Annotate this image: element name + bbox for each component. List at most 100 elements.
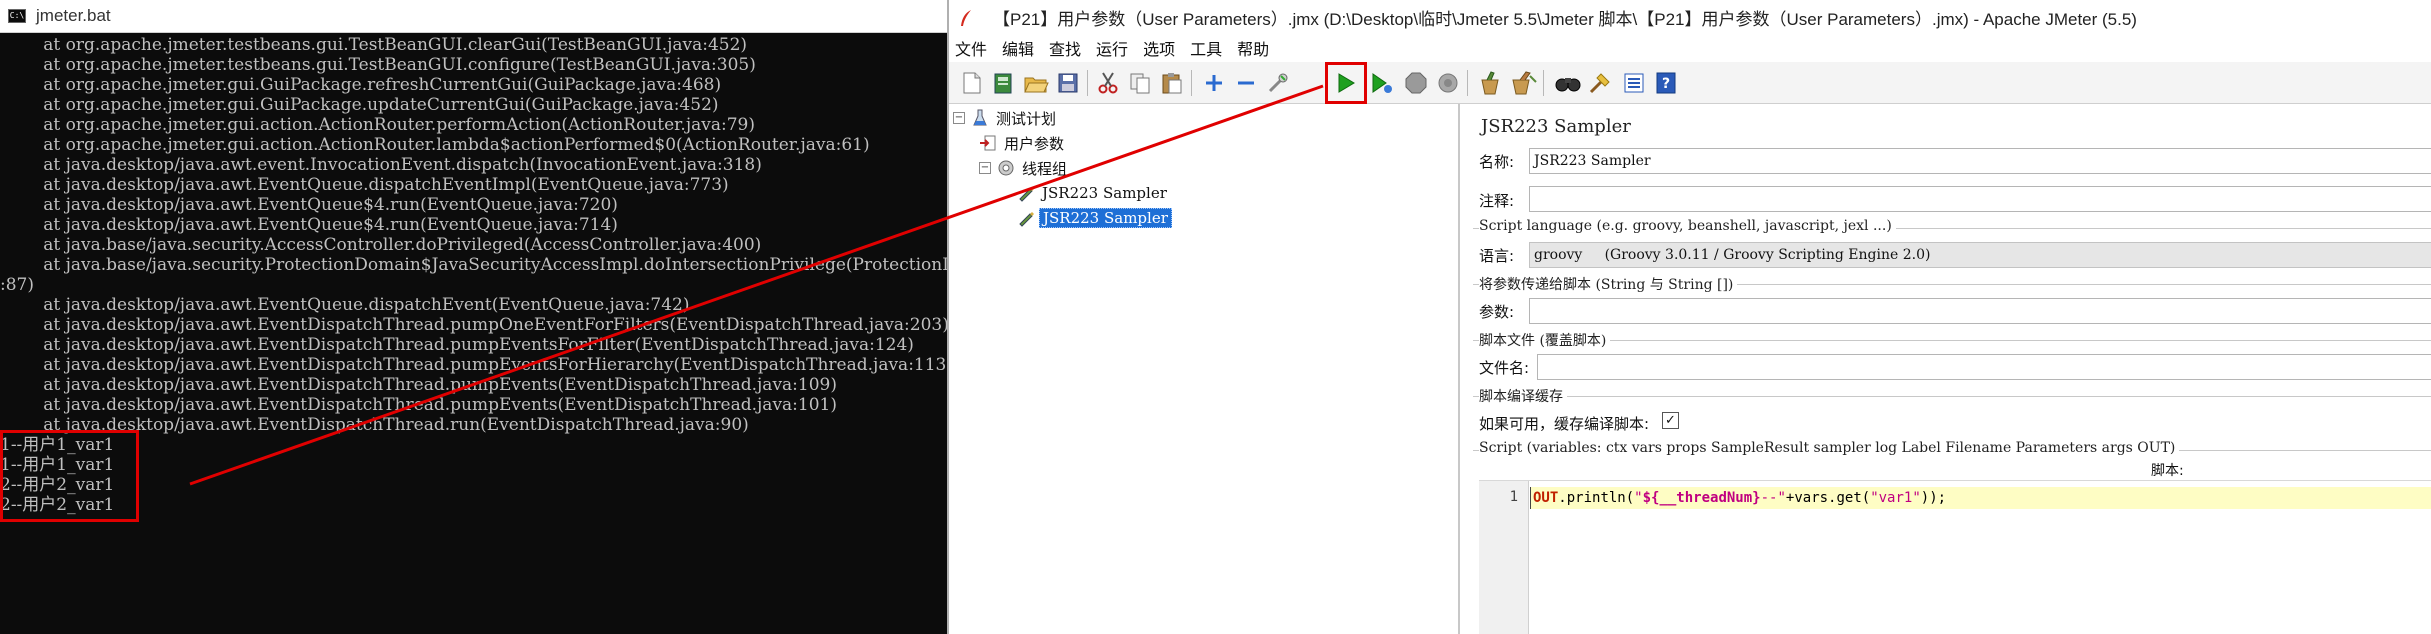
jmeter-window: 【P21】用户参数（User Parameters）.jmx (D:\Deskt… (947, 0, 2431, 634)
console-line: at java.desktop/java.awt.EventDispatchTh… (0, 395, 837, 415)
console-line: at org.apache.jmeter.gui.action.ActionRo… (0, 135, 870, 155)
jmeter-window-title: 【P21】用户参数（User Parameters）.jmx (D:\Deskt… (993, 10, 2137, 29)
menu-help[interactable]: 帮助 (1237, 36, 1269, 60)
group-border (1473, 396, 2431, 397)
open-icon[interactable] (1021, 68, 1051, 98)
menu-run[interactable]: 运行 (1096, 36, 1128, 60)
console-line: at java.base/java.security.AccessControl… (0, 235, 762, 255)
shutdown-icon[interactable] (1433, 68, 1463, 98)
save-icon[interactable] (1053, 68, 1083, 98)
tree-node-sampler-2[interactable]: JSR223 Sampler (1017, 207, 1172, 229)
console-line: at java.desktop/java.awt.EventDispatchTh… (0, 315, 947, 335)
cache-group-title: 脚本编译缓存 (1479, 386, 1567, 406)
clear-icon[interactable] (1475, 68, 1505, 98)
svg-text:?: ? (1662, 76, 1670, 92)
copy-icon[interactable] (1125, 68, 1155, 98)
line-number-gutter: 1 (1479, 481, 1529, 634)
start-icon[interactable] (1331, 68, 1361, 98)
filename-label: 文件名: (1479, 359, 1530, 377)
user-params-icon (979, 134, 997, 152)
console-line: :87) (0, 275, 34, 295)
expand-icon[interactable] (1199, 68, 1229, 98)
menu-options[interactable]: 选项 (1143, 36, 1175, 60)
reset-search-icon[interactable] (1585, 68, 1615, 98)
cache-checkbox[interactable]: ✓ (1662, 412, 1679, 429)
tree-label: 线程组 (1022, 159, 1068, 178)
console-line: at java.desktop/java.awt.EventQueue$4.ru… (0, 195, 618, 215)
console-line: at java.desktop/java.awt.EventQueue.disp… (0, 175, 729, 195)
collapse-icon[interactable] (1231, 68, 1261, 98)
console-line: at java.desktop/java.awt.EventQueue.disp… (0, 295, 690, 315)
code-token: --" (1760, 490, 1786, 506)
code-token: "var1" (1870, 490, 1921, 506)
code-token: ${__threadNum} (1642, 490, 1761, 506)
menu-edit[interactable]: 编辑 (1002, 36, 1034, 60)
start-no-pauses-icon[interactable] (1367, 68, 1397, 98)
console-line: at java.desktop/java.awt.EventDispatchTh… (0, 335, 914, 355)
menu-bar: 文件 编辑 查找 运行 选项 工具 帮助 (949, 35, 2431, 61)
templates-icon[interactable] (989, 68, 1019, 98)
console-line: at org.apache.jmeter.testbeans.gui.TestB… (0, 35, 748, 55)
name-label: 名称: (1479, 153, 1515, 171)
console-line: at java.desktop/java.awt.EventDispatchTh… (0, 375, 837, 395)
console-title: jmeter.bat (36, 6, 111, 25)
code-token: +vars.get( (1785, 490, 1871, 506)
sampler-editor: JSR223 Sampler 名称: JSR223 Sampler 注释: Sc… (1469, 104, 2431, 634)
test-plan-tree[interactable]: − 测试计划 用户参数 − 线程组 JSR223 Sampler JSR223 … (949, 104, 1460, 634)
collapse-toggle[interactable]: − (953, 112, 965, 124)
filename-field[interactable] (1537, 354, 2431, 380)
tree-label-selected: JSR223 Sampler (1039, 208, 1172, 228)
console-window: C:\ jmeter.bat at org.apache.jmeter.test… (0, 0, 947, 634)
menu-file[interactable]: 文件 (955, 36, 987, 60)
params-field[interactable] (1529, 298, 2431, 324)
jmeter-titlebar[interactable]: 【P21】用户参数（User Parameters）.jmx (D:\Deskt… (949, 0, 2431, 35)
code-token: )); (1920, 490, 1947, 506)
console-line: at org.apache.jmeter.gui.GuiPackage.upda… (0, 95, 719, 115)
toolbar-separator (1087, 70, 1088, 96)
toolbar-separator (1543, 70, 1544, 96)
code-token: " (1634, 490, 1643, 506)
tree-node-user-params[interactable]: 用户参数 (979, 132, 1067, 154)
tree-node-thread-group[interactable]: − 线程组 (979, 157, 1070, 179)
tree-label: 用户参数 (1004, 134, 1065, 153)
console-line: at java.desktop/java.awt.EventQueue$4.ru… (0, 215, 618, 235)
line-number: 1 (1509, 489, 1518, 505)
code-token: .println( (1558, 490, 1635, 506)
console-output-line: 2--用户2_var1 (0, 495, 115, 515)
output-highlight-box (0, 430, 139, 522)
console-output[interactable]: at org.apache.jmeter.testbeans.gui.TestB… (0, 35, 947, 515)
cut-icon[interactable] (1093, 68, 1123, 98)
console-app-icon: C:\ (8, 9, 26, 23)
editor-title: JSR223 Sampler (1481, 116, 1631, 137)
tree-node-test-plan[interactable]: − 测试计划 (953, 107, 1059, 129)
console-output-line: 2--用户2_var1 (0, 475, 115, 495)
collapse-toggle[interactable]: − (979, 162, 991, 174)
help-icon[interactable]: ? (1651, 68, 1681, 98)
language-select[interactable]: groovy (Groovy 3.0.11 / Groovy Scripting… (1529, 242, 2431, 268)
paste-icon[interactable] (1157, 68, 1187, 98)
clear-all-icon[interactable] (1509, 68, 1539, 98)
script-language-group-title: Script language (e.g. groovy, beanshell,… (1479, 218, 1896, 234)
console-line: at org.apache.jmeter.gui.GuiPackage.refr… (0, 75, 722, 95)
toolbar-separator (1191, 70, 1192, 96)
script-editor[interactable]: 1 OUT.println("${__threadNum}--"+vars.ge… (1479, 480, 2431, 634)
comments-field[interactable] (1529, 186, 2431, 212)
name-field[interactable]: JSR223 Sampler (1529, 148, 2431, 174)
code-line[interactable]: OUT.println("${__threadNum}--"+vars.get(… (1530, 487, 2431, 509)
toolbar-separator (1467, 70, 1468, 96)
cache-label: 如果可用，缓存编译脚本: (1479, 415, 1650, 433)
menu-search[interactable]: 查找 (1049, 36, 1081, 60)
new-icon[interactable] (957, 68, 987, 98)
menu-tools[interactable]: 工具 (1190, 36, 1222, 60)
test-plan-icon (971, 109, 989, 127)
language-label: 语言: (1479, 247, 1515, 265)
toggle-icon[interactable] (1263, 68, 1293, 98)
stop-icon[interactable] (1401, 68, 1431, 98)
comments-label: 注释: (1479, 192, 1515, 210)
console-titlebar[interactable]: C:\ jmeter.bat (0, 0, 947, 33)
search-icon[interactable] (1553, 68, 1583, 98)
console-output-line: 1--用户1_var1 (0, 455, 115, 475)
console-line: at java.desktop/java.awt.event.Invocatio… (0, 155, 762, 175)
tree-node-sampler-1[interactable]: JSR223 Sampler (1017, 182, 1170, 204)
function-helper-icon[interactable] (1619, 68, 1649, 98)
